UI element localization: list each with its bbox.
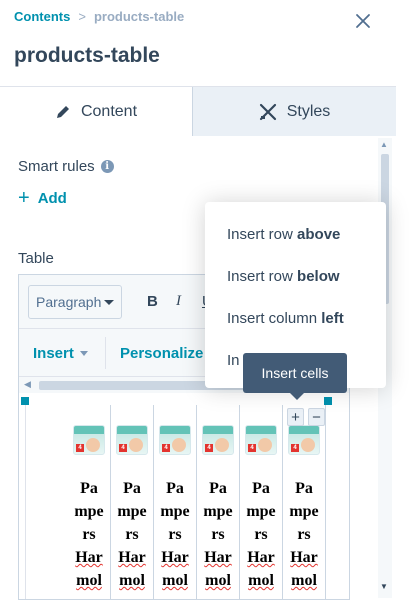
- remove-column-button[interactable]: −: [308, 408, 325, 426]
- product-image: 4: [159, 425, 191, 455]
- product-name: Pa mpe rs Har mol: [74, 480, 104, 589]
- tooltip-arrow: [290, 393, 304, 400]
- product-image: 4: [202, 425, 234, 455]
- insert-cells-tooltip: Insert cells: [243, 353, 347, 393]
- paragraph-style-value: Paragraph: [36, 294, 102, 310]
- paragraph-style-select[interactable]: Paragraph: [28, 285, 122, 319]
- pencil-icon: [56, 106, 69, 118]
- scroll-up-arrow-icon[interactable]: ▲: [380, 140, 388, 149]
- table-column-6[interactable]: 4 Pa mpe rs Har mol: [283, 405, 326, 599]
- column-tools: + −: [287, 408, 325, 428]
- chevron-down-icon: [104, 300, 114, 305]
- product-image: 4: [73, 425, 105, 455]
- menu-item-insert-row-below[interactable]: Insert row below: [227, 268, 340, 285]
- info-icon[interactable]: i: [100, 160, 114, 173]
- tab-styles-label: Styles: [286, 102, 331, 120]
- product-image: 4: [288, 425, 320, 455]
- product-name: Pa mpe rs Har mol: [160, 480, 190, 589]
- page-title: products-table: [14, 44, 160, 67]
- plus-icon: +: [18, 187, 30, 209]
- chevron-down-icon: [79, 351, 88, 356]
- table-column-1[interactable]: 4 Pa mpe rs Har mol: [68, 405, 111, 599]
- table-column-2[interactable]: 4 Pa mpe rs Har mol: [111, 405, 154, 599]
- bold-button[interactable]: B: [147, 293, 158, 310]
- close-icon[interactable]: [354, 12, 372, 30]
- add-column-button[interactable]: +: [287, 408, 304, 426]
- product-image: 4: [116, 425, 148, 455]
- product-name: Pa mpe rs Har mol: [203, 480, 233, 589]
- add-smart-rule-label: Add: [37, 189, 67, 207]
- selection-handle-right[interactable]: [324, 397, 332, 405]
- table-section-label: Table: [18, 250, 54, 267]
- scroll-left-arrow-icon[interactable]: ◀: [24, 379, 31, 390]
- tab-content-label: Content: [80, 103, 138, 120]
- table-column-3[interactable]: 4 Pa mpe rs Har mol: [154, 405, 197, 599]
- italic-button[interactable]: I: [176, 293, 181, 310]
- styles-icon: [259, 103, 276, 120]
- panel-header: Contents > products-table products-table: [0, 0, 396, 86]
- table-column-5[interactable]: 4 Pa mpe rs Har mol: [240, 405, 283, 599]
- tab-content[interactable]: Content: [0, 87, 193, 137]
- breadcrumb: Contents > products-table: [14, 9, 184, 24]
- insert-label: Insert: [33, 345, 74, 362]
- insert-dropdown[interactable]: Insert: [33, 345, 88, 362]
- breadcrumb-current: products-table: [93, 9, 185, 24]
- product-name: Pa mpe rs Har mol: [289, 480, 319, 589]
- breadcrumb-contents-link[interactable]: Contents: [14, 9, 70, 24]
- table-column-4[interactable]: 4 Pa mpe rs Har mol: [197, 405, 240, 599]
- selection-handle-left[interactable]: [21, 397, 29, 405]
- product-name: Pa mpe rs Har mol: [117, 480, 147, 589]
- product-image: 4: [245, 425, 277, 455]
- personalize-label: Personalize: [120, 345, 204, 362]
- menu-item-insert-column-left[interactable]: Insert column left: [227, 310, 344, 327]
- toolbar-divider: [105, 337, 106, 369]
- smart-rules-label: Smart rules i: [18, 158, 114, 175]
- menu-item-insert-row-above[interactable]: Insert row above: [227, 226, 340, 243]
- breadcrumb-separator: >: [78, 9, 86, 24]
- personalize-dropdown[interactable]: Personalize: [120, 345, 203, 362]
- add-smart-rule-button[interactable]: + Add: [18, 188, 67, 208]
- product-name: Pa mpe rs Har mol: [246, 480, 276, 589]
- smart-rules-text: Smart rules: [18, 158, 95, 175]
- scroll-down-arrow-icon[interactable]: ▼: [380, 582, 388, 591]
- tab-styles[interactable]: Styles: [193, 87, 396, 137]
- tab-bar: Content Styles: [0, 86, 396, 137]
